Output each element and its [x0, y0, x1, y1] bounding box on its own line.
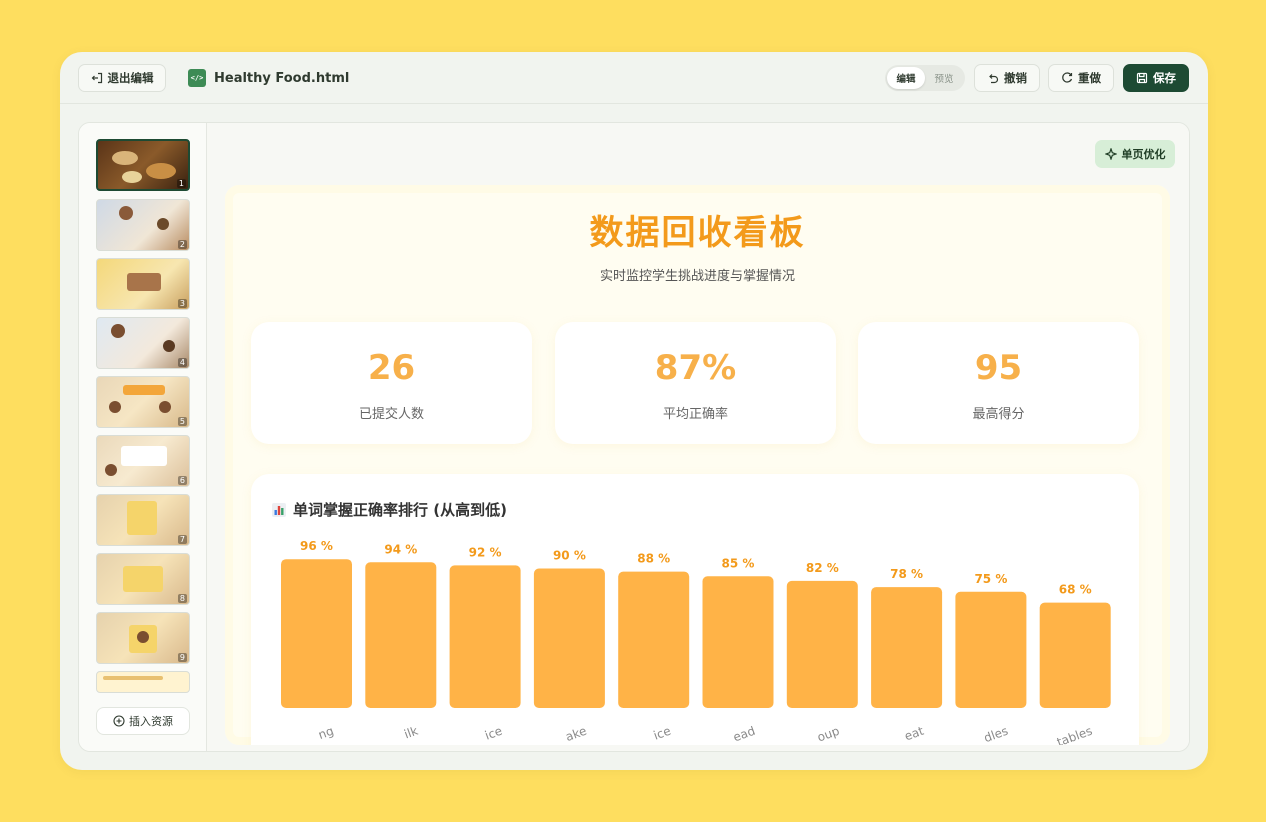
- chart-category-label: eat: [903, 724, 926, 744]
- insert-resource-label: 插入资源: [129, 715, 173, 728]
- slide-thumbnail[interactable]: 7: [96, 494, 190, 546]
- sparkle-icon: [1104, 148, 1117, 160]
- slide-thumbnail-sidebar: 1 2 3 4 5 6 7 8 9 插入资源: [79, 123, 207, 751]
- chart-bar: [533, 568, 605, 708]
- app-window: 退出编辑 </> Healthy Food.html 编辑 预览 撤销 重做 保…: [60, 52, 1208, 770]
- slide-thumbnail[interactable]: 4: [96, 317, 190, 369]
- page-optimize-button[interactable]: 单页优化: [1095, 140, 1175, 168]
- chart-data-label: 78 %: [890, 567, 923, 581]
- page-optimize-label: 单页优化: [1121, 148, 1166, 161]
- chart-data-label: 85 %: [722, 556, 755, 570]
- exit-icon: [91, 72, 102, 84]
- slide-thumbnail[interactable]: 3: [96, 258, 190, 310]
- slide-thumbnail-partial[interactable]: [96, 671, 190, 693]
- chart-category-label: ake: [564, 724, 589, 744]
- mode-edit-option[interactable]: 编辑: [887, 67, 925, 89]
- redo-label: 重做: [1078, 71, 1101, 85]
- chart-bar: [281, 559, 352, 708]
- save-button[interactable]: 保存: [1123, 64, 1189, 92]
- chart-heading: 单词掌握正确率排行 (从高到低): [271, 499, 507, 520]
- chart-bar: [365, 562, 437, 708]
- stat-value: 95: [974, 348, 1023, 388]
- undo-label: 撤销: [1004, 71, 1027, 85]
- chart-data-label: 68 %: [1059, 583, 1092, 597]
- slide-thumbnail[interactable]: 2: [96, 199, 190, 251]
- slide-content: 数据回收看板 实时监控学生挑战进度与掌握情况 26 已提交人数 87% 平均正确…: [225, 185, 1170, 745]
- chart-category-label: ng: [316, 724, 335, 742]
- stat-value: 26: [367, 348, 416, 388]
- stat-label: 已提交人数: [358, 407, 424, 422]
- chart-card: 96 % ng 94 % ilk 92 % ice 90 % ake 88 % ice 85 % ea…: [251, 474, 1139, 745]
- plus-circle-icon: [113, 715, 125, 727]
- slide-subtitle: 实时监控学生挑战进度与掌握情况: [599, 269, 795, 284]
- stat-card-accuracy: 87% 平均正确率: [555, 322, 836, 444]
- chart-category-label: tables: [1055, 724, 1094, 745]
- save-label: 保存: [1153, 71, 1176, 85]
- slide-thumbnail[interactable]: 6: [96, 435, 190, 487]
- slide-thumbnail[interactable]: 1: [96, 139, 190, 191]
- editor-panel: 1 2 3 4 5 6 7 8 9 插入资源 单页优化 数据回收看板 实时监控学…: [78, 122, 1190, 752]
- exit-edit-label: 退出编辑: [107, 71, 154, 85]
- stat-label: 最高得分: [972, 407, 1025, 422]
- exit-edit-button[interactable]: 退出编辑: [78, 64, 166, 92]
- insert-resource-button[interactable]: 插入资源: [96, 707, 190, 735]
- save-icon: [1136, 72, 1148, 84]
- mode-toggle: 编辑 预览: [885, 65, 965, 91]
- redo-icon: [1062, 72, 1073, 83]
- slide-thumbnail[interactable]: 8: [96, 553, 190, 605]
- slide-thumbnail[interactable]: 5: [96, 376, 190, 428]
- chart-category-label: oup: [815, 724, 841, 745]
- slide-thumbnail[interactable]: 9: [96, 612, 190, 664]
- stat-card-submitted: 26 已提交人数: [251, 322, 532, 444]
- file-name: Healthy Food.html: [214, 70, 350, 86]
- undo-button[interactable]: 撤销: [974, 64, 1040, 92]
- stat-label: 平均正确率: [662, 407, 728, 422]
- toolbar: 退出编辑 </> Healthy Food.html 编辑 预览 撤销 重做 保…: [60, 52, 1208, 104]
- chart-category-label: ead: [731, 724, 757, 745]
- chart-data-label: 94 %: [384, 542, 417, 556]
- undo-icon: [989, 74, 999, 84]
- chart-data-label: 88 %: [637, 552, 670, 566]
- chart-bar: [449, 565, 521, 708]
- chart-category-label: ice: [483, 724, 504, 743]
- chart-bar: [871, 587, 943, 708]
- file-title-area: </> Healthy Food.html: [188, 68, 349, 88]
- chart-data-label: 96 %: [300, 539, 333, 553]
- html-file-icon: </>: [188, 69, 206, 87]
- slide-canvas: 单页优化 数据回收看板 实时监控学生挑战进度与掌握情况 26 已提交人数 87%…: [207, 123, 1189, 751]
- chart-bar: [702, 576, 774, 708]
- chart-data-label: 82 %: [806, 561, 839, 575]
- slide-title: 数据回收看板: [589, 213, 806, 253]
- chart-bar: [618, 571, 690, 708]
- chart-category-label: dles: [982, 724, 1010, 745]
- chart-heading-text: 单词掌握正确率排行 (从高到低): [293, 501, 507, 519]
- chart-bar: [786, 580, 858, 708]
- chart-category-label: ice: [652, 724, 673, 743]
- chart-data-label: 75 %: [974, 572, 1007, 586]
- chart-data-label: 90 %: [553, 549, 586, 563]
- bar-chart-icon: [272, 502, 286, 517]
- chart-bar: [1039, 602, 1111, 708]
- stat-card-top-score: 95 最高得分: [858, 322, 1139, 444]
- stat-value: 87%: [654, 348, 737, 388]
- mode-preview-option[interactable]: 预览: [925, 67, 963, 89]
- chart-data-label: 92 %: [469, 545, 502, 559]
- redo-button[interactable]: 重做: [1048, 64, 1114, 92]
- chart-category-label: ilk: [402, 724, 420, 742]
- chart-bar: [955, 591, 1027, 708]
